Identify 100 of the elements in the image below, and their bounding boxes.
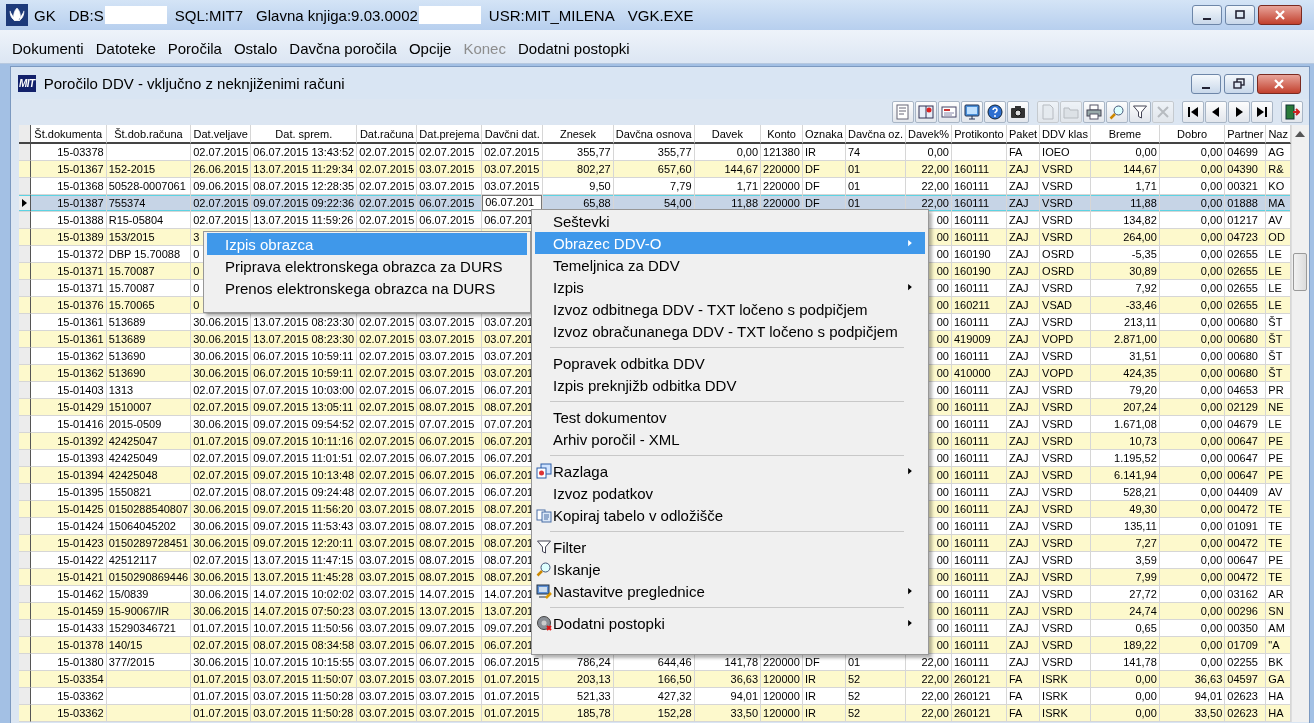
previous-record-button[interactable]: [1205, 101, 1227, 123]
row-header[interactable]: [19, 280, 31, 297]
camera-button[interactable]: [1007, 101, 1029, 123]
row-header[interactable]: [19, 246, 31, 263]
menu-bar-item[interactable]: Opcije: [402, 40, 458, 57]
column-header[interactable]: Dat. sprem.: [251, 125, 358, 144]
table-cell: 00296: [1225, 603, 1267, 620]
row-header[interactable]: [19, 501, 31, 518]
menu-bar-item[interactable]: Dokumenti: [6, 40, 90, 57]
row-header[interactable]: [19, 382, 31, 399]
row-header[interactable]: [19, 161, 31, 178]
table-cell: 13.07.2015 08:23:30: [251, 331, 358, 348]
row-header[interactable]: [19, 535, 31, 552]
row-header[interactable]: [19, 467, 31, 484]
table-cell: 260121: [952, 671, 1007, 688]
column-header[interactable]: Davčni dat.: [482, 125, 544, 144]
table-cell: 09.07.2015 09:22:36: [251, 195, 358, 212]
next-record-button[interactable]: [1228, 101, 1250, 123]
printer-button[interactable]: [1083, 101, 1105, 123]
column-header[interactable]: Naz: [1266, 125, 1291, 144]
filter-button[interactable]: [1129, 101, 1151, 123]
row-header[interactable]: [19, 348, 31, 365]
row-header[interactable]: [19, 399, 31, 416]
table-cell: 0150288540807: [106, 501, 192, 518]
menu-bar-item[interactable]: Dodatni postopki: [511, 40, 636, 57]
row-header[interactable]: [19, 518, 31, 535]
row-header[interactable]: [19, 263, 31, 280]
row-header[interactable]: [19, 637, 31, 654]
column-header[interactable]: Št.dokumenta: [30, 125, 107, 144]
row-header[interactable]: [19, 603, 31, 620]
minimize-button[interactable]: [1191, 74, 1221, 94]
exit-door-button[interactable]: [1281, 101, 1303, 123]
table-cell: 120000: [761, 705, 804, 722]
row-header[interactable]: [19, 297, 31, 314]
column-header[interactable]: Davčna osnova: [613, 125, 695, 144]
menu-bar-item[interactable]: Ostalo: [227, 40, 284, 57]
column-header[interactable]: Protikonto: [952, 125, 1007, 144]
table-cell: 419009: [952, 331, 1007, 348]
table-cell: 0150289728451: [106, 535, 192, 552]
scrollbar[interactable]: [1291, 125, 1309, 722]
row-header[interactable]: [19, 586, 31, 603]
close-icon: [1155, 104, 1171, 120]
column-header[interactable]: Dat.prejema: [417, 125, 483, 144]
close-button[interactable]: [1257, 74, 1301, 94]
row-header[interactable]: [19, 569, 31, 586]
row-header[interactable]: [19, 484, 31, 501]
maximize-button[interactable]: [1225, 5, 1255, 25]
row-header[interactable]: [19, 671, 31, 688]
column-header[interactable]: Davek%: [906, 125, 952, 144]
cell-editor[interactable]: 06.07.201: [482, 195, 543, 211]
search-button[interactable]: [1106, 101, 1128, 123]
row-header[interactable]: [19, 433, 31, 450]
row-header[interactable]: [19, 314, 31, 331]
row-header[interactable]: [19, 144, 31, 161]
card-button[interactable]: [938, 101, 960, 123]
table-cell: HA: [1266, 705, 1291, 722]
column-header[interactable]: Konto: [761, 125, 804, 144]
row-header[interactable]: [19, 620, 31, 637]
row-header[interactable]: [19, 705, 31, 722]
row-header[interactable]: [19, 365, 31, 382]
row-header[interactable]: [19, 331, 31, 348]
column-header[interactable]: Paket: [1006, 125, 1041, 144]
monitor-button[interactable]: [961, 101, 983, 123]
row-header[interactable]: [19, 229, 31, 246]
column-header[interactable]: Oznaka: [803, 125, 846, 144]
last-record-button[interactable]: [1251, 101, 1273, 123]
menu-bar-item[interactable]: Datoteke: [89, 40, 162, 57]
row-header[interactable]: [19, 416, 31, 433]
menu-bar-item[interactable]: Davčna poročila: [283, 40, 403, 57]
book-button[interactable]: [915, 101, 937, 123]
column-header[interactable]: Št.dob.računa: [106, 125, 192, 144]
redaction-block: [104, 6, 167, 24]
minimize-button[interactable]: [1192, 5, 1222, 25]
scroll-thumb[interactable]: [1293, 253, 1307, 291]
table-cell: 15.70065: [106, 297, 192, 314]
row-header[interactable]: [19, 450, 31, 467]
restore-button[interactable]: [1224, 74, 1254, 94]
column-header[interactable]: Davčna oz.: [846, 125, 906, 144]
menu-bar-item[interactable]: Poročila: [161, 40, 228, 57]
row-header[interactable]: [19, 552, 31, 569]
close-button[interactable]: [1258, 5, 1302, 25]
help-button[interactable]: [984, 101, 1006, 123]
table-cell: PE: [1266, 467, 1291, 484]
column-header[interactable]: Dat.računa: [357, 125, 418, 144]
column-header[interactable]: Breme: [1090, 125, 1160, 144]
table-cell: 160111: [952, 603, 1007, 620]
help-icon: [987, 104, 1003, 120]
first-record-button[interactable]: [1182, 101, 1204, 123]
row-header[interactable]: [19, 654, 31, 671]
column-header[interactable]: Znesek: [543, 125, 614, 144]
table-cell: 160211: [952, 297, 1007, 314]
table-cell: 0,00: [1159, 229, 1226, 246]
column-header[interactable]: DDV klas: [1040, 125, 1091, 144]
column-header[interactable]: Davek: [694, 125, 762, 144]
column-header[interactable]: Dat.veljave: [191, 125, 252, 144]
column-header[interactable]: Dobro: [1159, 125, 1226, 144]
row-header[interactable]: [19, 688, 31, 705]
row-header[interactable]: [19, 212, 31, 229]
row-header[interactable]: [19, 178, 31, 195]
column-header[interactable]: Partner: [1225, 125, 1267, 144]
